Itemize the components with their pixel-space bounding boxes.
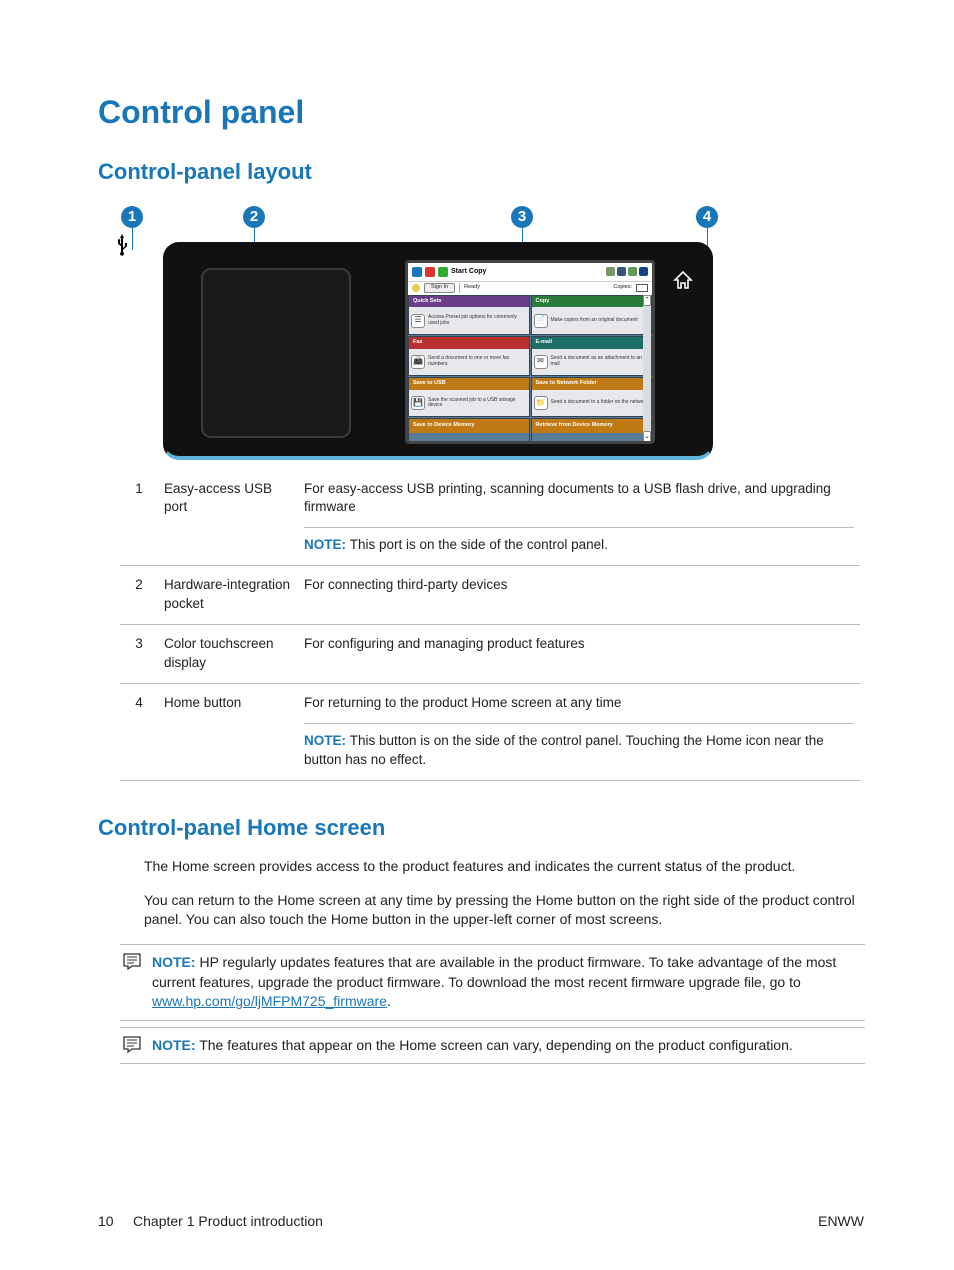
callout-2: 2 [243,206,265,228]
copies-field[interactable] [636,284,648,292]
home-button-icon[interactable] [673,270,693,298]
callout-label: Easy-access USB port [158,470,298,566]
touchscreen-display: Start Copy Sign In Ready Copies: Quick S… [405,260,655,444]
tile-title: Copy [532,296,652,308]
note-label: NOTE: [304,537,350,552]
tile-icon: 📠 [411,355,425,369]
callout-1: 1 [121,206,143,228]
note-icon [122,1035,142,1060]
note-text: This button is on the side of the contro… [304,733,824,767]
tile-title: Save to Device Memory [409,419,529,433]
note-label: NOTE: [152,1037,196,1053]
callout-num: 2 [120,566,158,625]
tile-desc: Access Preset job options for commonly u… [428,315,527,326]
callout-label: Home button [158,683,298,780]
tile-desc: Make copies from an original document [551,318,638,324]
tile-title: Save to Network Folder [532,378,652,390]
note-label: NOTE: [152,954,196,970]
status-badge [606,267,615,276]
sign-in-button[interactable]: Sign In [424,283,455,293]
home-tiles: Quick Sets ☰Access Preset job options for… [408,295,652,443]
control-panel-diagram: 1 2 3 4 Start Copy Sign In [143,206,728,460]
home-tile[interactable]: Copy 📄Make copies from an original docume… [531,295,653,335]
section-layout-heading: Control-panel layout [98,157,864,188]
callout-desc: For connecting third-party devices [298,566,860,625]
warning-icon [412,284,420,292]
status-badge [628,267,637,276]
callout-num: 4 [120,683,158,780]
scrollbar[interactable]: ⌃⌄ [643,295,651,443]
note-label: NOTE: [304,733,350,748]
copies-label: Copies: [613,284,632,292]
firmware-link[interactable]: www.hp.com/go/ljMFPM725_firmware [152,993,387,1009]
tile-icon: 📄 [534,314,548,328]
callout-table: 1Easy-access USB portFor easy-access USB… [120,470,860,781]
home-tile[interactable]: Quick Sets ☰Access Preset job options for… [408,295,530,335]
home-tile[interactable]: Fax 📠Send a document to one or more fax n… [408,336,530,376]
tile-title: Save to USB [409,378,529,390]
callout-desc: For easy-access USB printing, scanning d… [298,470,860,566]
page-footer: 10 Chapter 1 Product introduction ENWW [98,1212,864,1232]
home-tile[interactable]: Save to USB 💾Save the scanned job to a US… [408,377,530,417]
control-panel-bezel: Start Copy Sign In Ready Copies: Quick S… [163,242,713,460]
callout-desc: For returning to the product Home screen… [298,683,860,780]
callout-label: Hardware-integration pocket [158,566,298,625]
tile-icon: ☰ [411,314,425,328]
tile-desc: Send a document as an attachment to an e… [551,356,650,367]
table-row: 4Home buttonFor returning to the product… [120,683,860,780]
callout-num: 3 [120,625,158,684]
tile-icon: ✉ [534,355,548,369]
callout-4: 4 [696,206,718,228]
note-block: NOTE: HP regularly updates features that… [120,944,865,1021]
page-number: 10 [98,1213,114,1229]
tile-icon: 💾 [411,396,425,410]
note-block: NOTE: The features that appear on the Ho… [120,1027,865,1065]
status-badge [639,267,648,276]
tile-icon: 📁 [534,396,548,410]
hardware-integration-pocket [201,268,351,438]
table-row: 1Easy-access USB portFor easy-access USB… [120,470,860,566]
note-text: The features that appear on the Home scr… [199,1037,793,1053]
paragraph: You can return to the Home screen at any… [144,891,864,930]
status-badge [617,267,626,276]
tile-desc: Send a document to a folder on the netwo… [551,400,648,406]
chapter-label: Chapter 1 Product introduction [133,1213,323,1229]
note-text-post: . [387,993,391,1009]
table-row: 2Hardware-integration pocketFor connecti… [120,566,860,625]
callout-label: Color touchscreen display [158,625,298,684]
status-text: Ready [464,284,480,292]
section-home-heading: Control-panel Home screen [98,813,864,844]
home-tile[interactable]: Save to Device Memory [408,418,530,442]
callout-desc: For configuring and managing product fea… [298,625,860,684]
tile-desc: Save the scanned job to a USB storage de… [428,398,527,409]
note-icon [122,952,142,977]
hp-icon [412,267,422,277]
tile-title: Fax [409,337,529,349]
home-tile[interactable]: Retrieve from Device Memory [531,418,653,442]
paragraph: The Home screen provides access to the p… [144,857,864,877]
tile-title: Quick Sets [409,296,529,308]
home-tile[interactable]: Save to Network Folder 📁Send a document t… [531,377,653,417]
tile-desc: Send a document to one or more fax numbe… [428,356,527,367]
tile-title: Retrieve from Device Memory [532,419,652,433]
note-text: HP regularly updates features that are a… [152,954,836,990]
home-tile[interactable]: E-mail ✉Send a document as an attachment … [531,336,653,376]
note-text: This port is on the side of the control … [350,537,608,552]
callout-num: 1 [120,470,158,566]
table-row: 3Color touchscreen displayFor configurin… [120,625,860,684]
callout-3: 3 [511,206,533,228]
tile-title: E-mail [532,337,652,349]
footer-right: ENWW [818,1212,864,1232]
page-title: Control panel [98,90,864,135]
status-icon-red [425,267,435,277]
status-icon-green [438,267,448,277]
topbar-title: Start Copy [451,267,603,277]
usb-icon [115,234,129,263]
